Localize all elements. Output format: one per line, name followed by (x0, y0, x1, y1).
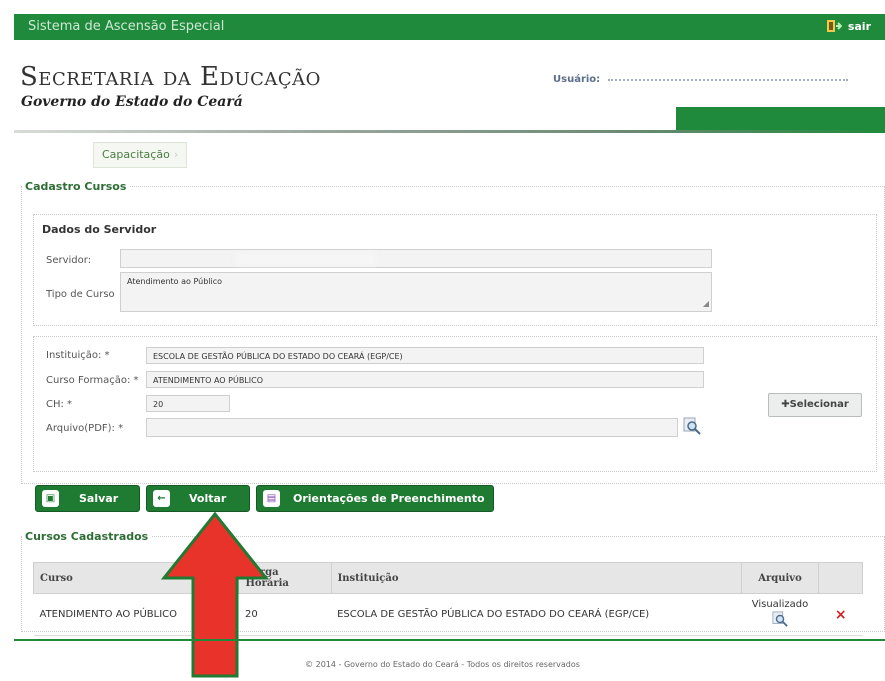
guide-button[interactable]: ▤ Orientações de Preenchimento (256, 485, 494, 512)
section-title: Cadastro Cursos (25, 180, 127, 193)
tipo-curso-value: Atendimento ao Público (127, 277, 223, 286)
col-header-arquivo[interactable]: Arquivo (740, 562, 820, 594)
exit-door-icon (826, 20, 842, 32)
table-row: ATENDIMENTO AO PÚBLICO 20 ESCOLA DE GEST… (33, 593, 863, 636)
resize-grip-icon[interactable]: ◢ (703, 298, 709, 310)
file-search-icon[interactable] (683, 417, 701, 435)
footer-copyright: © 2014 - Governo do Estado do Ceará - To… (305, 660, 580, 669)
arquivo-label: Arquivo(PDF): * (46, 423, 124, 434)
tipo-curso-label: Tipo de Curso (46, 289, 115, 300)
back-button[interactable]: ← Voltar (146, 485, 250, 512)
col-header-actions (818, 562, 863, 594)
brand-subtitle: Governo do Estado do Ceará (21, 94, 243, 110)
arquivo-status: Visualizado (751, 598, 809, 610)
menu-item-capacitacao[interactable]: Capacitação › (93, 142, 188, 168)
save-button[interactable]: ▣ Salvar (35, 485, 140, 512)
exit-link[interactable]: sair (826, 19, 871, 33)
arrow-left-icon: ← (153, 490, 170, 507)
ch-field[interactable]: 20 (146, 395, 230, 412)
servidor-label: Servidor: (46, 255, 92, 266)
list-section-title: Cursos Cadastrados (25, 530, 149, 543)
header-divider (14, 130, 885, 133)
save-button-label: Salvar (79, 492, 119, 505)
save-icon: ▣ (42, 490, 59, 507)
user-name-redacted (608, 79, 848, 81)
instituicao-label: Instituição: * (46, 350, 110, 361)
servidor-name-redacted (236, 253, 376, 265)
header-green-tab (676, 107, 885, 132)
servidor-panel-title: Dados do Servidor (42, 223, 157, 236)
exit-label[interactable]: sair (848, 20, 871, 33)
footer-divider (14, 639, 885, 641)
ch-label: CH: * (46, 399, 73, 410)
curso-formacao-field[interactable]: ATENDIMENTO AO PÚBLICO (146, 371, 704, 388)
servidor-field[interactable] (120, 249, 712, 268)
back-button-label: Voltar (189, 492, 227, 505)
courses-table: Curso Carga Horária Instituição Arquivo … (32, 562, 863, 636)
curso-formacao-label: Curso Formação: * (46, 375, 139, 386)
system-topbar: Sistema de Ascensão Especial sair (14, 14, 885, 40)
menu-separator-icon: › (173, 148, 179, 161)
instituicao-field[interactable]: ESCOLA DE GESTÃO PÚBLICA DO ESTADO DO CE… (146, 347, 704, 364)
select-button-label: Selecionar (789, 399, 849, 410)
delete-icon[interactable]: × (818, 593, 863, 636)
cell-instituicao: ESCOLA DE GESTÃO PÚBLICA DO ESTADO DO CE… (331, 593, 742, 636)
cell-arquivo: Visualizado (741, 593, 819, 636)
tipo-curso-textarea[interactable]: Atendimento ao Público ◢ (120, 272, 712, 312)
arquivo-field[interactable] (146, 418, 678, 437)
user-label: Usuário: (553, 74, 601, 85)
col-header-instituicao[interactable]: Instituição (330, 562, 742, 594)
brand-title: Secretaria da Educação (20, 62, 321, 92)
plus-icon: ✚ (781, 399, 790, 410)
red-pointer-arrow (160, 512, 270, 678)
menu-item-label[interactable]: Capacitação (102, 148, 170, 161)
view-file-icon[interactable] (772, 610, 788, 627)
select-button[interactable]: ✚Selecionar (768, 393, 862, 417)
guide-button-label: Orientações de Preenchimento (293, 492, 485, 505)
document-icon: ▤ (263, 490, 280, 507)
system-title: Sistema de Ascensão Especial (28, 19, 225, 34)
